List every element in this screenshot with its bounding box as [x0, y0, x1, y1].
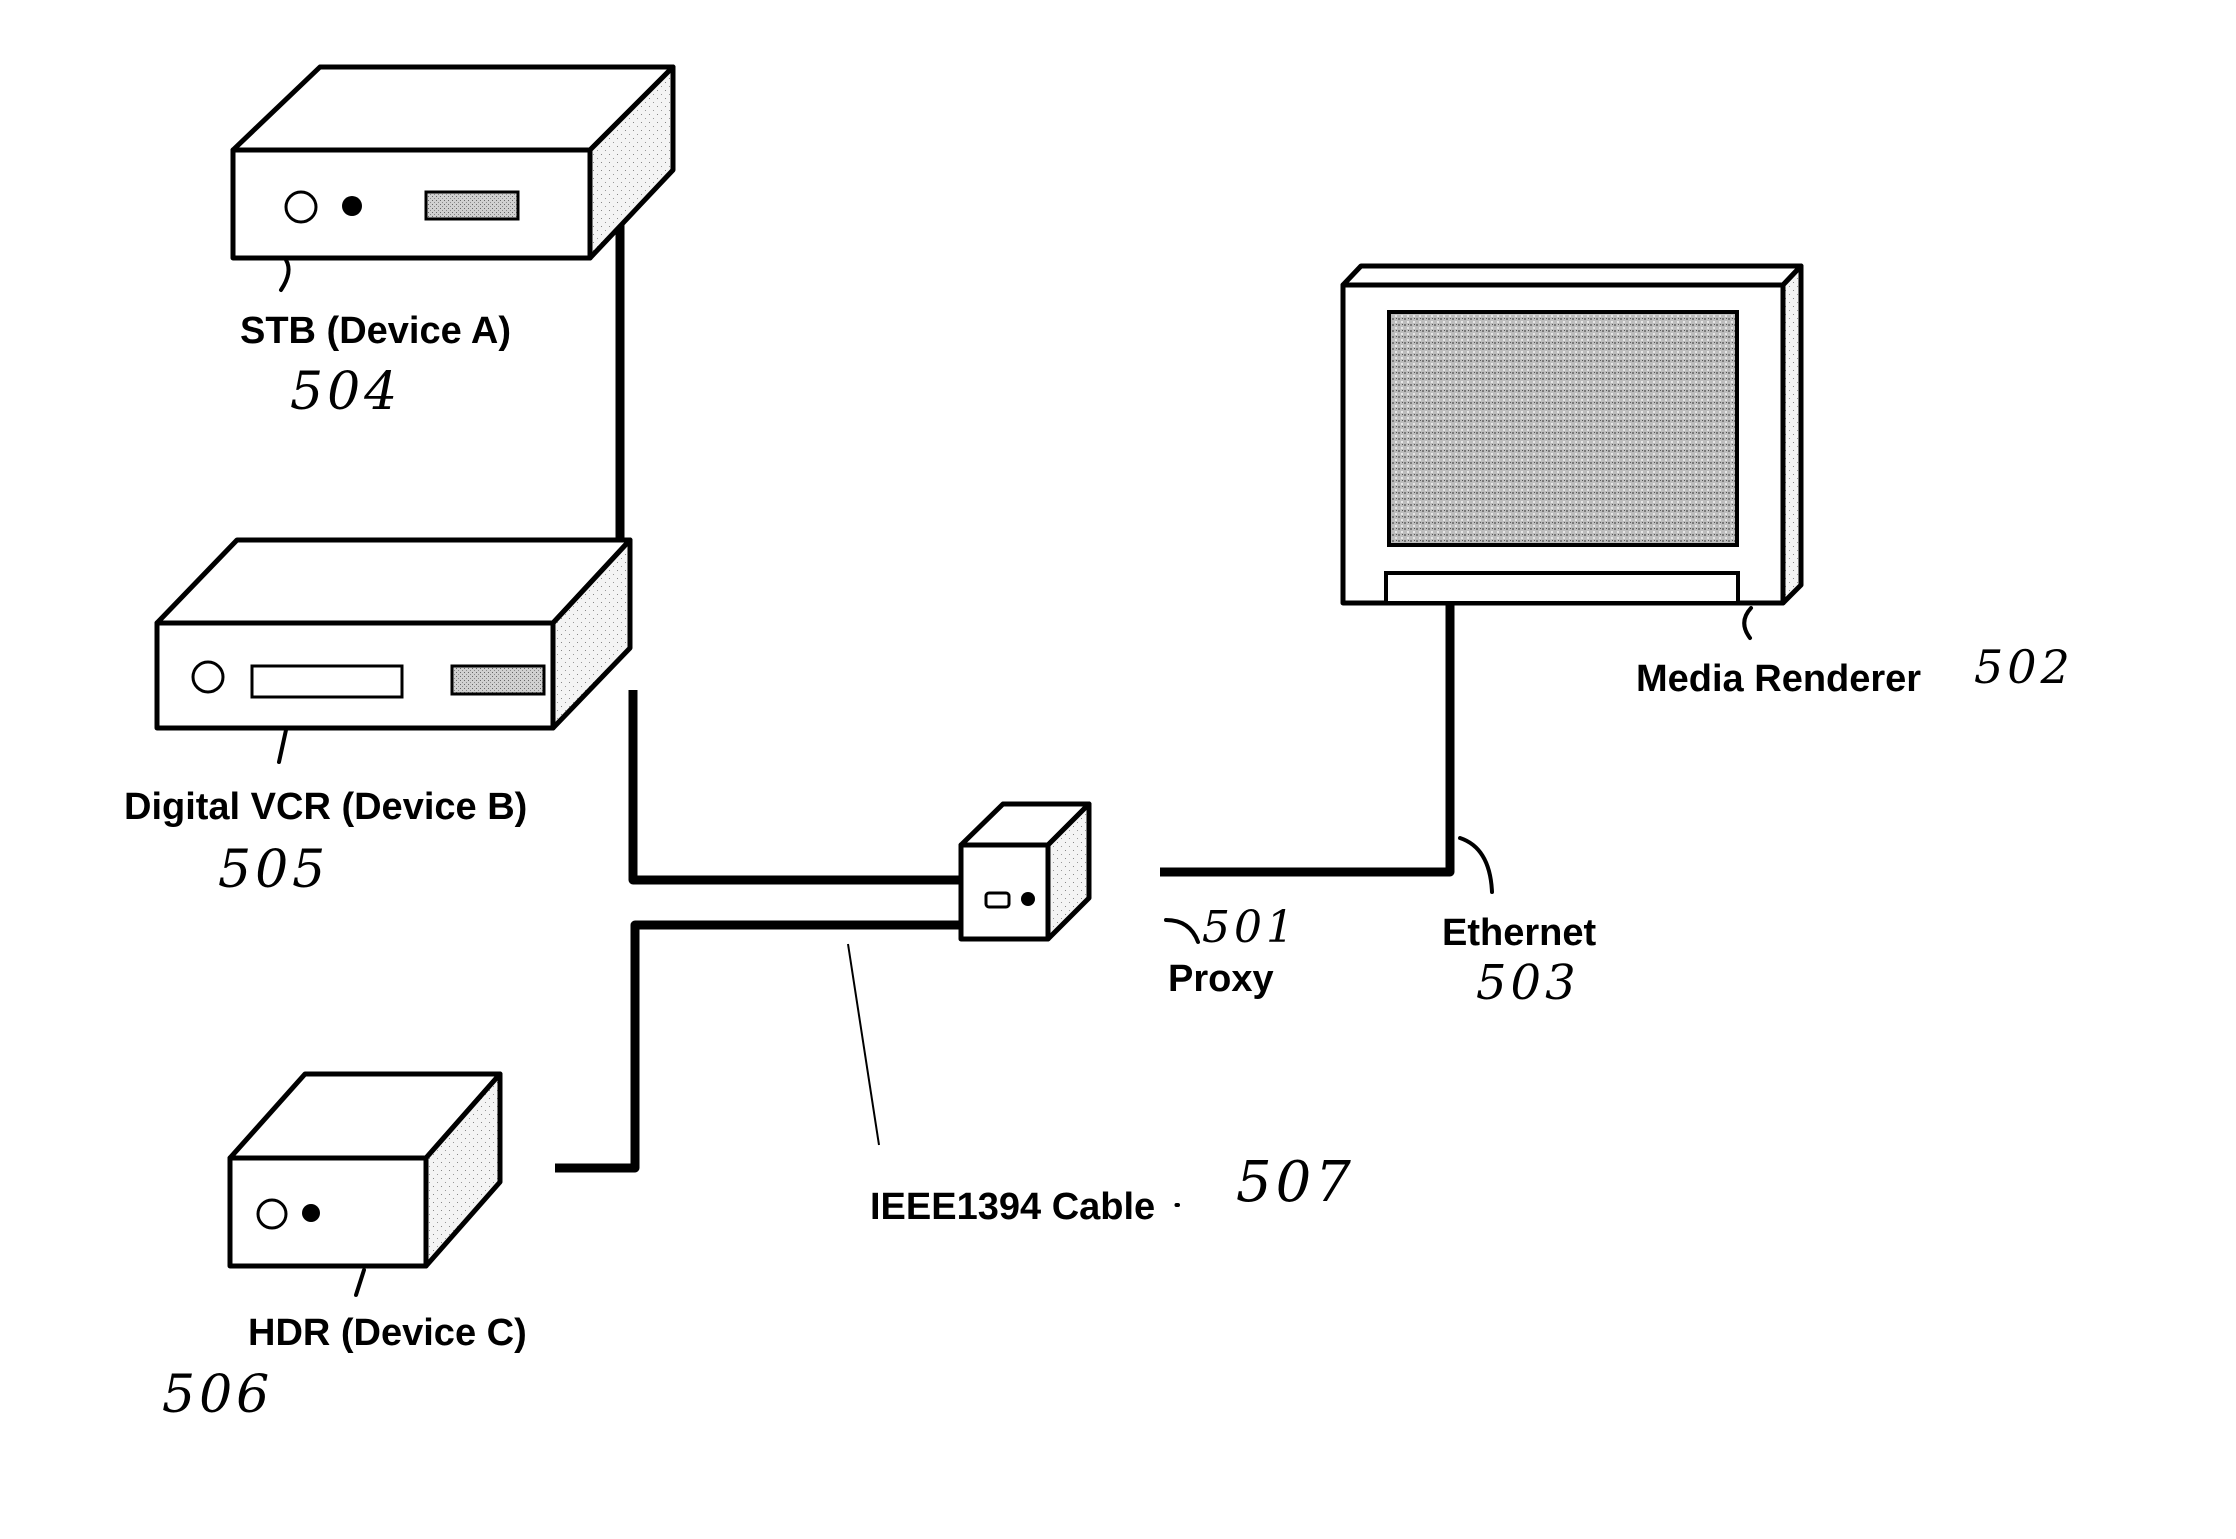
media-renderer-device [1340, 263, 1804, 606]
proxy-ref-number: 501 [1202, 902, 1298, 953]
ieee1394-label: IEEE1394 Cable [870, 1186, 1156, 1228]
tv-control-panel [1384, 571, 1740, 605]
hdr-led [302, 1204, 320, 1222]
leader-stb [279, 258, 291, 292]
leader-hdr [354, 1268, 366, 1297]
ethernet-label: Ethernet [1442, 912, 1597, 954]
ieee1394-cable-vcr-proxy [628, 690, 960, 885]
vcr-label: Digital VCR (Device B) [124, 786, 528, 828]
ethernet-cable [1160, 605, 1455, 877]
proxy-label: Proxy [1168, 958, 1274, 1000]
hdr-label: HDR (Device C) [248, 1312, 527, 1354]
stb-ref-number: 504 [290, 362, 402, 422]
tv-screen [1387, 310, 1739, 547]
vcr-display [450, 664, 546, 696]
ieee1394-ref-number: 507 [1236, 1150, 1355, 1215]
leader-ieee1394 [847, 943, 880, 1146]
ethernet-ref-number: 503 [1476, 955, 1580, 1011]
hdr-ref-number: 506 [162, 1365, 274, 1425]
leader-proxy-501 [1164, 918, 1200, 944]
vcr-ref-number: 505 [218, 840, 330, 900]
network-diagram [154, 64, 1804, 1297]
ieee1394-cable-hdr-proxy [555, 920, 960, 1173]
stb-label: STB (Device A) [240, 310, 511, 352]
stb-display [424, 190, 520, 221]
media-renderer-ref-number: 502 [1974, 640, 2074, 694]
proxy-led [1021, 892, 1035, 906]
vcr-device [154, 537, 633, 731]
vcr-power-button [191, 660, 225, 694]
leader-vcr [277, 728, 288, 764]
hdr-power-button [256, 1198, 288, 1230]
leader-ethernet [1458, 836, 1494, 894]
stb-device [230, 64, 676, 261]
proxy-device [958, 801, 1092, 942]
hdr-device [227, 1071, 503, 1269]
media-renderer-label: Media Renderer [1636, 658, 1922, 700]
stb-led [342, 196, 362, 216]
vcr-tape-slot [250, 664, 404, 699]
leader-renderer [1742, 606, 1753, 640]
stb-power-button [284, 190, 318, 224]
